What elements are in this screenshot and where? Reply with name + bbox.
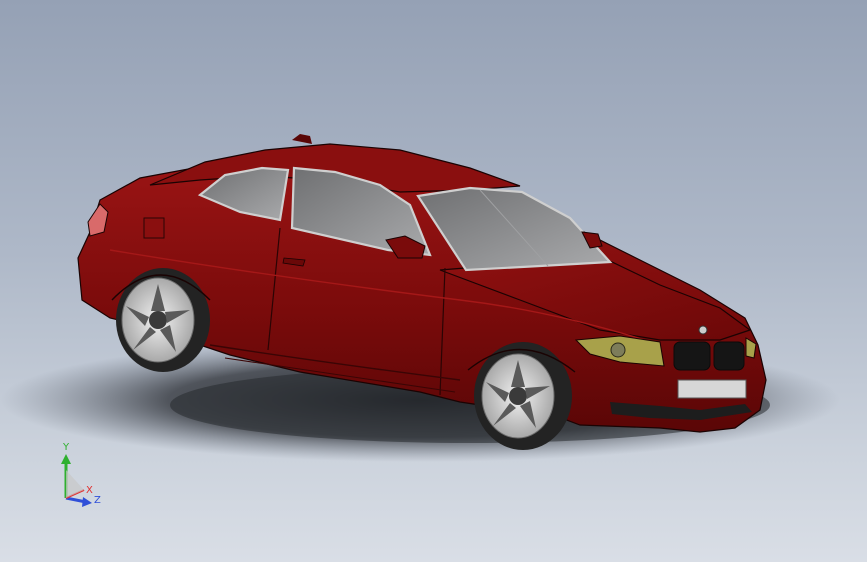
triad-plane: [66, 470, 84, 498]
car-model-view[interactable]: [0, 0, 867, 562]
headlight-ring: [610, 342, 626, 358]
brand-badge: [698, 325, 708, 335]
x-axis-label: X: [86, 485, 93, 496]
coordinate-triad: Y X Z: [61, 442, 101, 507]
y-axis-label: Y: [62, 442, 70, 453]
z-axis-label: Z: [94, 495, 101, 506]
graphics-viewport[interactable]: Y X Z: [0, 0, 867, 562]
rear-wheel: [116, 268, 210, 372]
kidney-grille-right: [713, 341, 745, 371]
front-wheel: [474, 342, 572, 450]
roof-antenna: [292, 134, 312, 144]
fuel-cap: [143, 217, 165, 239]
kidney-grille-left: [673, 341, 711, 371]
y-axis-arrow: [61, 454, 71, 464]
z-axis-arrow: [82, 497, 92, 507]
license-plate: [677, 379, 747, 399]
